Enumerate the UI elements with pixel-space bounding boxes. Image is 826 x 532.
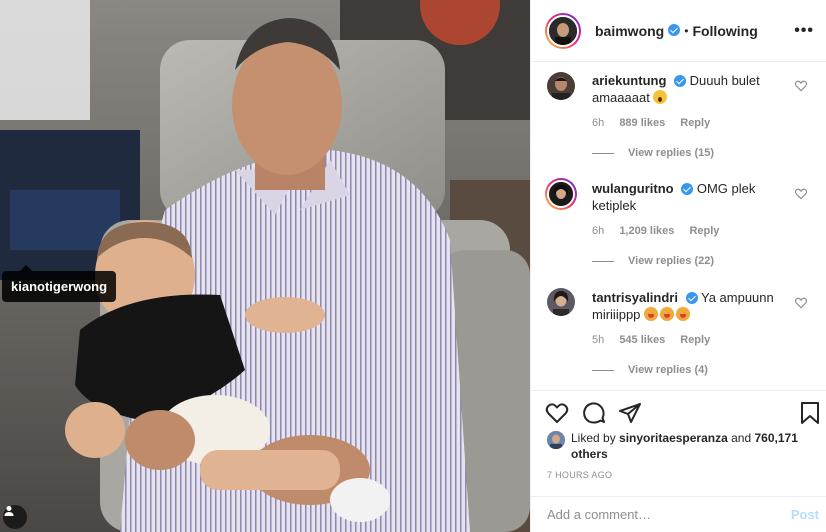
bookmark-icon[interactable] [798,401,822,425]
comment-text: ariekuntung Duuuh bulet amaaaaat [592,72,788,106]
hot-face-emoji-icon [660,307,675,321]
avatar-image [549,16,577,45]
comments-list[interactable]: ariekuntung Duuuh bulet amaaaaat 6h 889 … [531,62,826,390]
post-timestamp[interactable]: 7 HOURS AGO [547,470,612,480]
hot-face-emoji-icon [644,307,659,321]
verified-badge-icon [674,74,687,87]
person-icon [4,506,14,516]
comment-like-heart-icon[interactable] [794,296,808,310]
liked-by-connector: and [731,431,752,445]
post-photo[interactable]: kianotigerwong [0,0,530,532]
tagged-users-button[interactable] [3,505,27,529]
commenter-username[interactable]: wulanguritno [592,181,674,196]
comment-text: wulanguritno OMG plek ketiplek [592,180,788,214]
comment-meta: 6h 889 likes Reply [592,117,722,129]
comment-meta: 6h 1,209 likes Reply [592,225,731,237]
following-button[interactable]: Following [692,23,757,39]
heart-icon[interactable] [545,401,569,425]
avatar-image [547,431,565,449]
avatar-image [549,182,573,206]
view-replies-button[interactable]: View replies (15) [592,147,714,159]
comment-like-heart-icon[interactable] [794,79,808,93]
comment-likes[interactable]: 1,209 likes [619,225,674,237]
reply-button[interactable]: Reply [680,334,710,346]
commenter-username[interactable]: tantrisyalindri [592,290,678,305]
post-header: baimwong • Following ••• [531,0,826,62]
liker-username[interactable]: sinyoritaesperanza [619,431,728,445]
avatar-image [547,72,575,100]
reply-button[interactable]: Reply [689,225,719,237]
post-comment-button[interactable]: Post [791,507,819,522]
commenter-avatar[interactable] [547,288,575,316]
reply-button[interactable]: Reply [680,117,710,129]
commenter-username[interactable]: ariekuntung [592,73,666,88]
separator-dot: • [684,23,689,38]
comment-input[interactable] [547,507,791,522]
view-replies-label: View replies (4) [628,364,708,376]
user-tag-label[interactable]: kianotigerwong [2,265,117,302]
comment-likes[interactable]: 889 likes [619,117,665,129]
comment-time: 6h [592,117,605,129]
comment-icon[interactable] [582,401,606,425]
post-actions [531,390,826,433]
paper-plane-icon[interactable] [618,401,642,425]
comment-like-heart-icon[interactable] [794,187,808,201]
liker-avatar[interactable] [547,431,565,449]
liked-by-prefix: Liked by [571,431,616,445]
view-replies-button[interactable]: View replies (4) [592,364,708,376]
author-username[interactable]: baimwong [595,23,664,39]
view-replies-label: View replies (22) [628,255,715,267]
post-image [0,0,530,532]
post-side-panel: baimwong • Following ••• ariekuntung Duu… [530,0,826,532]
verified-badge-icon [681,182,694,195]
comment-likes[interactable]: 545 likes [619,334,665,346]
view-replies-label: View replies (15) [628,147,715,159]
author-avatar[interactable] [545,12,581,49]
verified-badge-icon [685,291,698,304]
verified-badge-icon [668,23,681,36]
scream-emoji-icon [653,90,668,104]
comment-meta: 5h 545 likes Reply [592,334,722,346]
more-options-icon[interactable]: ••• [794,22,814,40]
commenter-avatar[interactable] [547,72,575,100]
view-replies-button[interactable]: View replies (22) [592,255,714,267]
avatar-image [547,288,575,316]
add-comment-bar: Post [531,496,826,532]
commenter-avatar[interactable] [545,178,577,210]
comment-time: 5h [592,334,605,346]
comment-time: 6h [592,225,605,237]
hot-face-emoji-icon [676,307,691,321]
comment-text: tantrisyalindri Ya ampuunn miriiippp [592,289,788,323]
